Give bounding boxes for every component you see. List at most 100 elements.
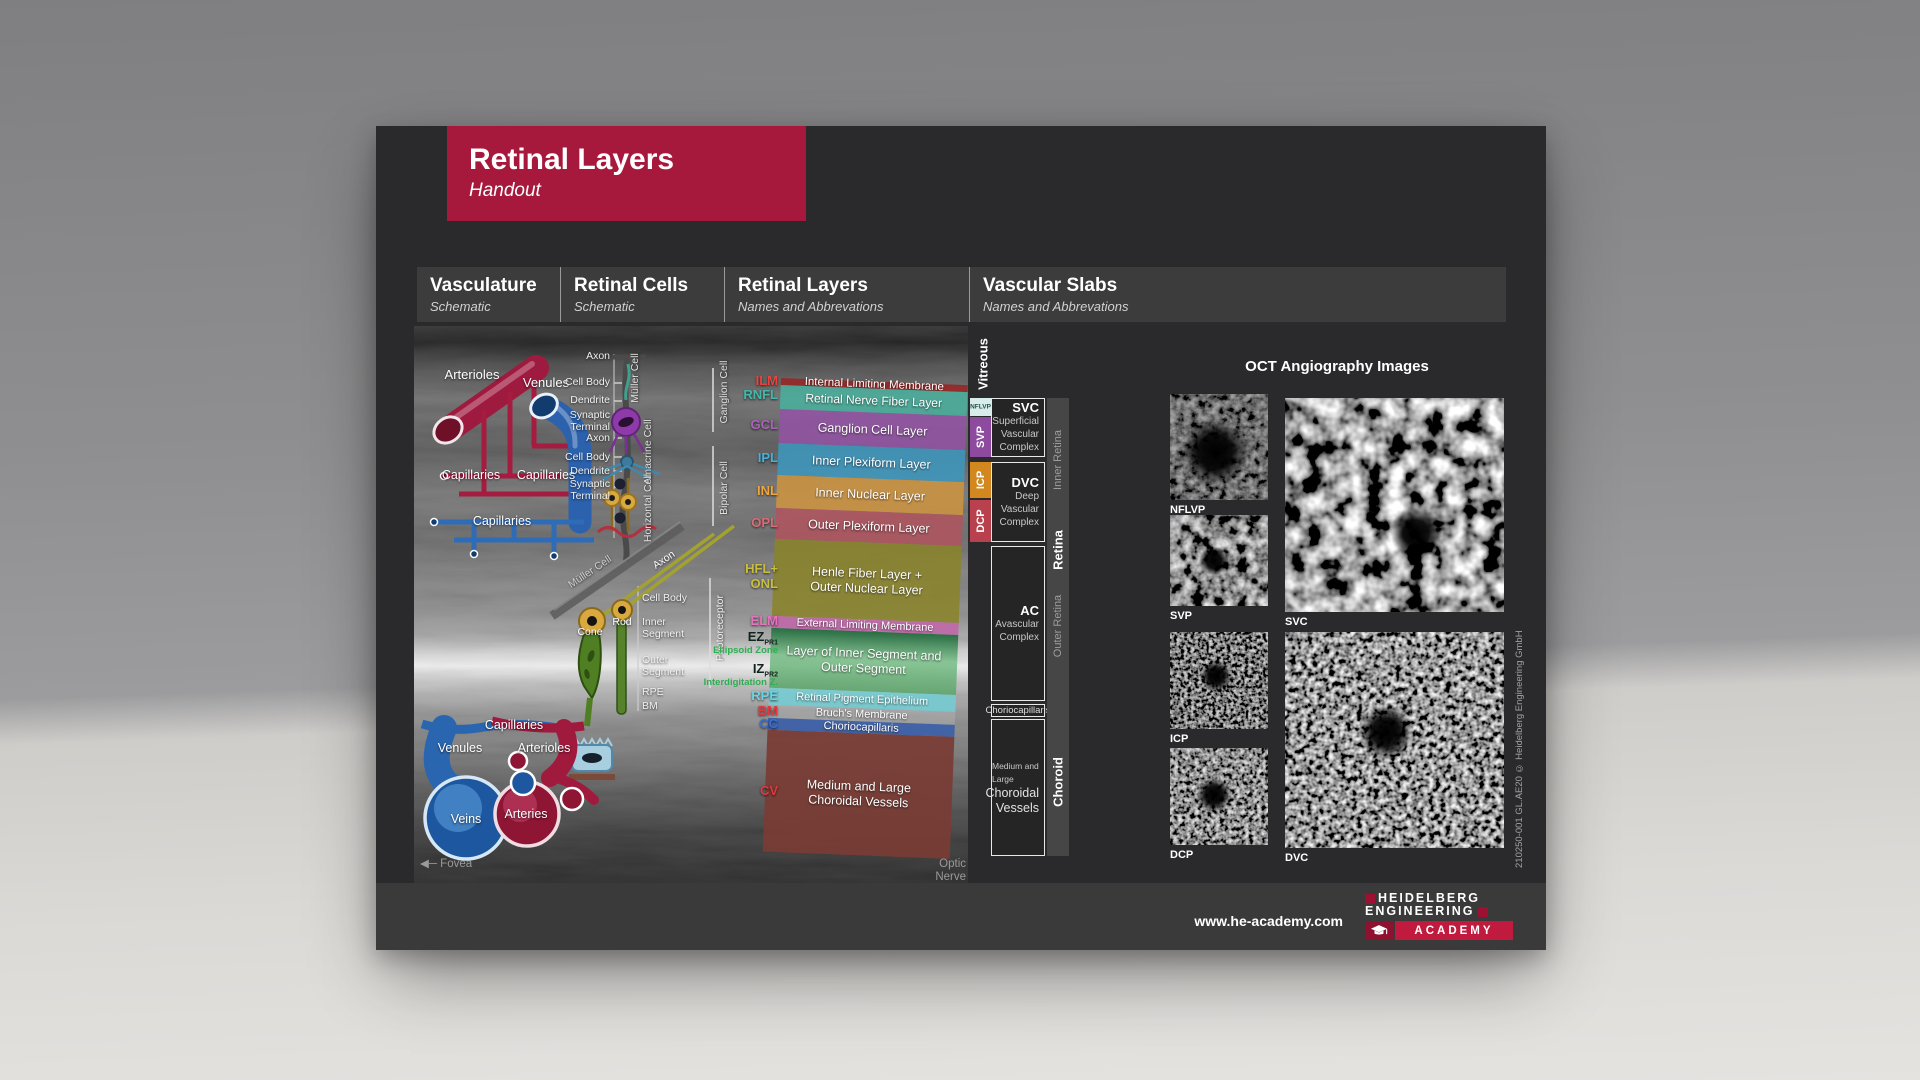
label-synaptic-terminal: Synaptic Terminal (570, 478, 610, 502)
octa-image-svc (1285, 398, 1504, 612)
heidelberg-engineering-logo: HEIDELBERG ENGINEERING ACADEMY (1365, 892, 1513, 940)
label-opl: OPL (751, 516, 778, 531)
label-outer-segment: Outer Segment (642, 654, 684, 678)
slab-group-svc: SVCSuperficialVascularComplex (991, 398, 1045, 457)
section-subtitle: Schematic (574, 299, 724, 314)
label-axon: Axon (586, 350, 610, 362)
slab-group-ac: ACAvascularComplex (991, 546, 1045, 701)
label-arteries: Arteries (504, 807, 547, 821)
label-inner-segment: Inner Segment (642, 616, 684, 640)
label-capillaries: Capillaries (473, 514, 531, 528)
section-title: Retinal Layers (738, 275, 969, 297)
vitreous-label: Vitreous (972, 332, 994, 396)
section-title: Vasculature (430, 275, 560, 297)
section-vascular-slabs: Vascular Slabs Names and Abbrevations (969, 267, 1506, 322)
label-hfl-onl: HFL+ ONL (745, 562, 778, 592)
label-synaptic-terminal: Synaptic Terminal (570, 409, 610, 433)
label-fovea: ◀─ Fovea (420, 858, 472, 871)
section-title: Retinal Cells (574, 275, 724, 297)
label-horizontal-cell: Horizontal Cell (642, 474, 654, 542)
section-subtitle: Names and Abbrevations (983, 299, 1506, 314)
label-rod: Rod (612, 616, 631, 628)
slab-group-choriocapillaris: Choriocapillaris (991, 704, 1045, 717)
strip-label-inner-retina: Inner Retina (1052, 430, 1064, 490)
label-capillaries: Capillaries (442, 468, 500, 482)
label-dendrite: Dendrite (570, 465, 610, 477)
section-retinal-cells: Retinal Cells Schematic (560, 267, 724, 322)
label-cone: Cone (577, 626, 602, 638)
label-rnfl: RNFL (743, 388, 778, 403)
slab-color-label: NFLVP (970, 404, 991, 411)
slab-group-line: Superficial (992, 415, 1039, 428)
strip-label-choroid: Choroid (1051, 757, 1066, 807)
page-subtitle: Handout (469, 178, 806, 204)
retina-choroid-strip: Inner Retina Retina Outer Retina Choroid (1047, 398, 1069, 856)
slab-group-line: Deep (1015, 490, 1039, 503)
octa-image-label-svc: SVC (1285, 616, 1308, 628)
octa-image-label-icp: ICP (1170, 733, 1188, 745)
label-venules: Venules (523, 376, 569, 391)
octa-section-title: OCT Angiography Images (1170, 358, 1504, 375)
label-rpe: RPE (751, 689, 778, 704)
label-m-ller-cell: Müller Cell (566, 553, 614, 591)
logo-engineering-text: ENGINEERING (1365, 905, 1475, 918)
label-inl: INL (757, 484, 778, 499)
label-ipl: IPL (758, 451, 778, 466)
label-elm: ELM (751, 614, 778, 629)
slab-group-line: Vessels (996, 801, 1039, 816)
screenshot-root: { "header": {"title": "Retinal Layers", … (0, 0, 1920, 1080)
label-capillaries: Capillaries (485, 718, 543, 732)
academy-box: ACADEMY (1395, 921, 1513, 940)
strip-label-retina: Retina (1051, 530, 1066, 570)
section-subtitle: Schematic (430, 299, 560, 314)
document-code-vertical: 210250-001 GL.AE20 © Heidelberg Engineer… (1514, 618, 1525, 868)
slab-group-line: Vascular (1001, 503, 1039, 516)
section-header-bar: Vasculature Schematic Retinal Cells Sche… (417, 267, 1506, 322)
octa-image-label-dvc: DVC (1285, 852, 1308, 864)
diagram-labels: ArteriolesVenulesCapillariesCapillariesC… (414, 326, 968, 883)
handout-poster: Retinal Layers Handout Vasculature Schem… (376, 126, 1546, 950)
retina-cross-section-diagram: Internal Limiting MembraneRetinal Nerve … (414, 326, 968, 883)
label-dendrite: Dendrite (570, 394, 610, 406)
label-rpe: RPE (642, 686, 664, 698)
slab-group-boxes: SVCSuperficialVascularComplexDVCDeepVasc… (991, 398, 1045, 856)
slab-group-dvc: DVCDeepVascularComplex (991, 462, 1045, 542)
slab-color-icp: ICP (970, 462, 991, 498)
slab-group-line: Complex (1000, 516, 1039, 529)
slab-group-line: Complex (1000, 441, 1039, 454)
label-cell-body: Cell Body (565, 376, 610, 388)
label-venules: Venules (438, 741, 482, 755)
label-capillaries: Capillaries (517, 468, 575, 482)
label-m-ller-cell: Müller Cell (629, 353, 641, 403)
vitreous-text: Vitreous (976, 338, 991, 390)
graduation-cap-icon (1365, 921, 1393, 940)
title-block: Retinal Layers Handout (447, 126, 806, 221)
slab-group-line: Choriocapillaris (986, 704, 1051, 717)
section-retinal-layers: Retinal Layers Names and Abbrevations (724, 267, 969, 322)
slab-color-label: SVP (975, 426, 987, 448)
label-gcl: GCL (751, 418, 778, 433)
label-axon: Axon (651, 548, 678, 571)
label-cell-body: Cell Body (565, 451, 610, 463)
slab-color-dcp: DCP (970, 500, 991, 542)
label-veins: Veins (451, 812, 482, 826)
label-arterioles: Arterioles (518, 741, 571, 755)
section-subtitle: Names and Abbrevations (738, 299, 969, 314)
label-optic-nerve-head: Optic Nerve Head ─▶ (935, 858, 966, 883)
octa-image-icp (1170, 632, 1268, 729)
slab-group-line: Medium and Large (992, 760, 1039, 786)
page-title: Retinal Layers (469, 142, 806, 178)
slab-color-label: DCP (975, 509, 987, 532)
octa-image-nflvp (1170, 394, 1268, 500)
slab-group-title: AC (1020, 604, 1039, 618)
slab-group-line: Vascular (1001, 428, 1039, 441)
octa-image-label-svp: SVP (1170, 610, 1192, 622)
slab-color-svp: SVP (970, 417, 991, 457)
label-cell-body: Cell Body (642, 592, 687, 604)
slab-group-line: Choroidal (985, 786, 1039, 801)
strip-label-outer-retina: Outer Retina (1052, 595, 1064, 657)
label-bm: BM (642, 700, 658, 712)
label-cc: CC (759, 717, 778, 732)
label-cv: CV (760, 784, 778, 799)
logo-row-2: ENGINEERING (1365, 905, 1513, 918)
